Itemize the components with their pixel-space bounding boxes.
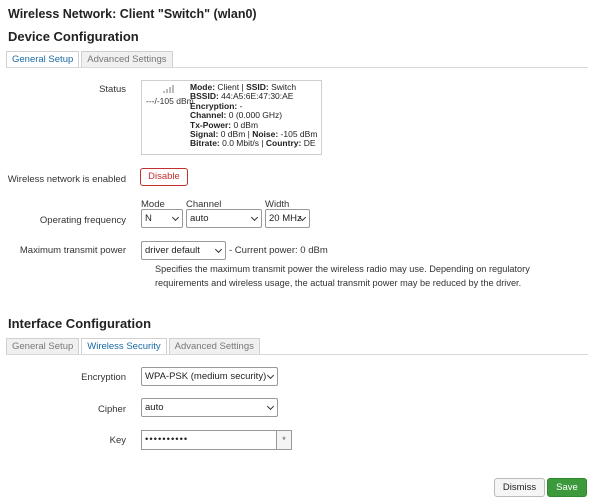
key-input[interactable]: ••••••••••: [141, 430, 277, 450]
cipher-label: Cipher: [98, 404, 126, 415]
device-config-heading: Device Configuration: [8, 29, 139, 44]
encryption-label: Encryption: [81, 372, 126, 383]
signal-dbm: ---/-105 dBm: [146, 96, 194, 106]
key-label: Key: [109, 435, 126, 446]
interface-tabs: General Setup Wireless Security Advanced…: [6, 338, 262, 355]
tab-divider: [6, 354, 588, 355]
txpower-help: Specifies the maximum transmit power the…: [155, 264, 530, 288]
chevron-down-icon: [266, 371, 275, 380]
tab-divider: [6, 67, 588, 68]
interface-config-heading: Interface Configuration: [8, 316, 152, 331]
dismiss-button[interactable]: Dismiss: [494, 478, 545, 497]
current-power: - Current power: 0 dBm: [229, 245, 328, 256]
chevron-down-icon: [250, 213, 259, 222]
tab-general-setup[interactable]: General Setup: [6, 338, 80, 355]
status-details: Mode: Client | SSID: Switch BSSID: 44:A5…: [190, 82, 318, 149]
txpower-label: Maximum transmit power: [19, 245, 126, 256]
device-tabs: General Setup Advanced Settings: [6, 51, 175, 68]
enabled-label: Wireless network is enabled: [7, 174, 126, 185]
width-select[interactable]: 20 MHz: [265, 209, 310, 228]
signal-strength-icon: [163, 85, 176, 93]
page-title: Wireless Network: Client "Switch" (wlan0…: [8, 7, 257, 21]
txpower-select[interactable]: driver default: [141, 241, 226, 260]
disable-button[interactable]: Disable: [140, 168, 188, 186]
reveal-password-button[interactable]: *: [277, 430, 292, 450]
channel-select[interactable]: auto: [186, 209, 262, 228]
cipher-select[interactable]: auto: [141, 398, 278, 417]
chevron-down-icon: [171, 213, 180, 222]
tab-general-setup[interactable]: General Setup: [6, 51, 80, 68]
status-label: Status: [99, 84, 126, 95]
tab-advanced-settings[interactable]: Advanced Settings: [168, 338, 260, 355]
mode-select[interactable]: N: [141, 209, 183, 228]
chevron-down-icon: [266, 402, 275, 411]
tab-advanced-settings[interactable]: Advanced Settings: [81, 51, 173, 68]
chevron-down-icon: [214, 245, 223, 254]
status-box: ---/-105 dBm Mode: Client | SSID: Switch…: [141, 80, 322, 155]
tab-wireless-security[interactable]: Wireless Security: [81, 338, 167, 355]
frequency-label: Operating frequency: [39, 215, 126, 226]
save-button[interactable]: Save: [547, 478, 587, 497]
encryption-select[interactable]: WPA-PSK (medium security): [141, 367, 278, 386]
